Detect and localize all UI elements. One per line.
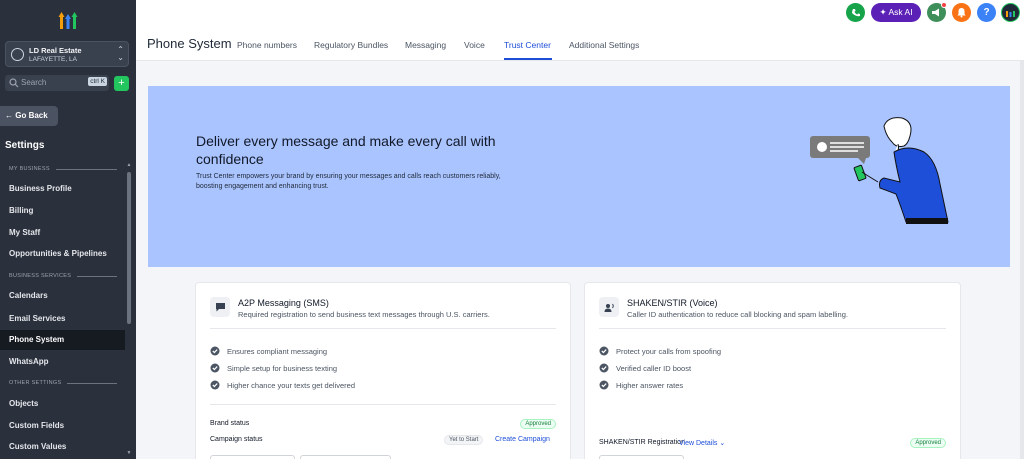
help-button[interactable]: ? — [977, 3, 996, 22]
sidebar-item-custom-values[interactable]: Custom Values — [0, 437, 125, 457]
shaken-title: SHAKEN/STIR (Voice) — [627, 298, 718, 308]
check-circle-icon — [210, 363, 220, 373]
tab-regulatory-bundles[interactable]: Regulatory Bundles — [314, 40, 388, 50]
brand-status-label: Brand status — [210, 420, 250, 427]
plus-icon: + — [118, 77, 125, 89]
caller-id-icon — [599, 297, 619, 317]
divider — [210, 328, 556, 329]
top-bar: ✦ Ask AI ? — [136, 0, 1024, 25]
avatar-logo-icon — [1006, 11, 1015, 17]
divider — [210, 404, 556, 405]
tab-trust-center[interactable]: Trust Center — [504, 40, 551, 50]
sidebar-item-email-services[interactable]: Email Services — [0, 309, 125, 329]
card-action-button[interactable] — [210, 455, 295, 459]
active-tab-indicator — [504, 58, 552, 60]
sidebar-item-whatsapp[interactable]: WhatsApp — [0, 352, 125, 372]
sidebar-item-calendars[interactable]: Calendars — [0, 286, 125, 306]
sidebar-item-my-staff[interactable]: My Staff — [0, 223, 125, 243]
notifications-button[interactable] — [952, 3, 971, 22]
section-header-business-services: BUSINESS SERVICES — [9, 273, 117, 279]
help-icon: ? — [983, 7, 990, 18]
sidebar-scrollbar[interactable] — [127, 172, 131, 324]
feature-item: Protect your calls from spoofing — [599, 346, 721, 356]
view-details-link[interactable]: View Details ⌄ — [679, 439, 725, 447]
shaken-status-badge: Approved — [910, 438, 946, 448]
hero-title: Deliver every message and make every cal… — [196, 133, 496, 167]
search-placeholder: Search — [21, 78, 47, 87]
chevron-down-icon: ⌄ — [719, 440, 726, 447]
feature-item: Verified caller ID boost — [599, 363, 691, 373]
sidebar-item-opportunities-pipelines[interactable]: Opportunities & Pipelines — [0, 244, 125, 264]
a2p-title: A2P Messaging (SMS) — [238, 298, 329, 308]
feature-item: Higher answer rates — [599, 380, 683, 390]
app-logo[interactable] — [58, 10, 78, 30]
sidebar-item-billing[interactable]: Billing — [0, 201, 125, 221]
bell-icon — [957, 8, 966, 18]
shaken-stir-card: SHAKEN/STIR (Voice) Caller ID authentica… — [584, 282, 961, 459]
feature-item: Simple setup for business texting — [210, 363, 337, 373]
sidebar-item-phone-system[interactable]: Phone System — [0, 330, 125, 350]
card-action-button[interactable] — [599, 455, 684, 459]
settings-title: Settings — [5, 140, 45, 151]
scroll-up-arrow[interactable]: ▲ — [126, 162, 132, 168]
tab-messaging[interactable]: Messaging — [405, 40, 446, 50]
shaken-subtitle: Caller ID authentication to reduce call … — [627, 310, 848, 319]
account-location: LAFAYETTE, LA — [29, 56, 77, 63]
go-back-label: Go Back — [15, 111, 48, 120]
content-scrollbar[interactable] — [1020, 61, 1024, 459]
megaphone-icon — [932, 8, 939, 17]
brand-status-badge: Approved — [520, 419, 556, 429]
check-circle-icon — [210, 346, 220, 356]
check-circle-icon — [210, 380, 220, 390]
page-header: Phone System Phone numbers Regulatory Bu… — [136, 25, 1024, 61]
sms-icon — [210, 297, 230, 317]
search-shortcut: ctrl K — [88, 77, 107, 86]
sidebar-item-business-profile[interactable]: Business Profile — [0, 179, 125, 199]
feature-item: Ensures compliant messaging — [210, 346, 327, 356]
chevron-updown-icon: ⌃ ⌄ — [117, 45, 124, 62]
page-title: Phone System — [147, 36, 232, 51]
user-avatar[interactable] — [1001, 3, 1020, 22]
feature-item: Higher chance your texts get delivered — [210, 380, 355, 390]
hero-subtitle: Trust Center empowers your brand by ensu… — [196, 173, 501, 190]
sidebar-item-custom-fields[interactable]: Custom Fields — [0, 416, 125, 436]
tab-phone-numbers[interactable]: Phone numbers — [237, 40, 297, 50]
go-back-button[interactable]: ← Go Back — [0, 106, 58, 126]
check-circle-icon — [599, 380, 609, 390]
shaken-registration-label: SHAKEN/STIR Registration — [599, 439, 685, 446]
quick-add-button[interactable]: + — [114, 76, 129, 91]
sidebar: LD Real Estate LAFAYETTE, LA ⌃ ⌄ Search c… — [0, 0, 136, 459]
sidebar-item-objects[interactable]: Objects — [0, 394, 125, 414]
account-name: LD Real Estate — [29, 46, 82, 55]
tab-additional-settings[interactable]: Additional Settings — [569, 40, 639, 50]
create-campaign-link[interactable]: Create Campaign — [495, 436, 550, 443]
section-header-other-settings: OTHER SETTINGS — [9, 380, 117, 386]
arrow-left-icon: ← — [5, 111, 13, 120]
location-icon — [11, 48, 24, 61]
scroll-down-arrow[interactable]: ▼ — [126, 450, 132, 456]
sparkle-icon: ✦ — [879, 7, 887, 17]
card-action-button[interactable] — [300, 455, 391, 459]
main-content: Deliver every message and make every cal… — [136, 61, 1024, 459]
check-circle-icon — [599, 346, 609, 356]
check-circle-icon — [599, 363, 609, 373]
divider — [599, 328, 946, 329]
account-switcher[interactable]: LD Real Estate LAFAYETTE, LA ⌃ ⌄ — [5, 41, 129, 67]
section-header-my-business: MY BUSINESS — [9, 166, 117, 172]
ask-ai-label: Ask AI — [888, 7, 913, 17]
phone-button[interactable] — [846, 3, 865, 22]
campaign-status-badge: Yet to Start — [444, 435, 484, 445]
campaign-status-label: Campaign status — [210, 436, 263, 443]
search-icon — [9, 78, 19, 88]
trust-center-banner: Deliver every message and make every cal… — [148, 86, 1010, 267]
a2p-messaging-card: A2P Messaging (SMS) Required registratio… — [195, 282, 571, 459]
person-messaging-illustration — [810, 117, 949, 224]
phone-icon — [851, 8, 860, 16]
sidebar-search[interactable]: Search ctrl K — [5, 75, 109, 91]
ask-ai-button[interactable]: ✦ Ask AI — [871, 3, 921, 22]
notification-dot — [941, 2, 947, 8]
tab-voice[interactable]: Voice — [464, 40, 485, 50]
a2p-subtitle: Required registration to send business t… — [238, 310, 490, 319]
